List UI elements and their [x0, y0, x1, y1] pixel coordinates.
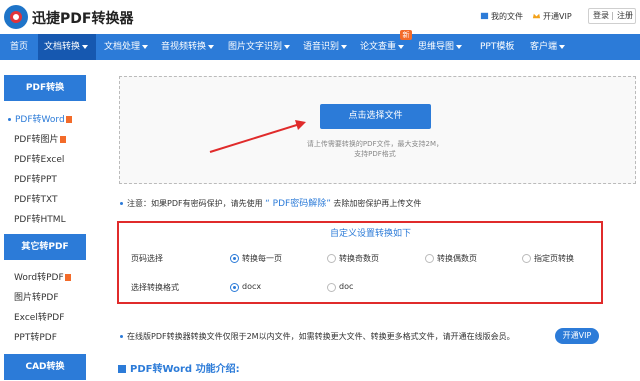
- hot-icon: [64, 274, 71, 281]
- top-header: 迅捷PDF转换器 我的文件 开通VIP 登录 | 注册: [0, 0, 640, 34]
- settings-title: 自定义设置转换如下: [330, 229, 412, 239]
- nav-mindmap[interactable]: 思维导图: [418, 34, 463, 60]
- sidebar-item-excel-to-pdf[interactable]: Excel转PDF: [14, 310, 64, 323]
- page-select-label: 页码选择: [131, 254, 163, 263]
- radio-specific-pages-label[interactable]: 指定页转换: [534, 253, 574, 264]
- chevron-down-icon: [398, 44, 405, 49]
- nav-doc-convert[interactable]: 文档转换: [38, 34, 96, 60]
- sidebar-item-word-to-pdf[interactable]: Word转PDF: [14, 270, 71, 283]
- hot-icon: [59, 136, 66, 143]
- login-link[interactable]: 登录: [593, 9, 609, 23]
- pdf-password-remove-link[interactable]: “ PDF密码解除”: [265, 199, 331, 209]
- crown-icon: [532, 13, 541, 19]
- chevron-down-icon: [208, 44, 215, 49]
- radio-even-pages[interactable]: [425, 254, 434, 263]
- radio-every-page[interactable]: [230, 254, 239, 263]
- radio-odd-pages-label[interactable]: 转换奇数页: [339, 253, 379, 264]
- size-limit-note: 在线版PDF转换器转换文件仅限于2M以内文件，如需转换更大文件、转换更多格式文件…: [120, 331, 515, 342]
- radio-even-pages-label[interactable]: 转换偶数页: [437, 253, 477, 264]
- radio-doc[interactable]: [327, 283, 336, 292]
- sidebar-item-pdf-to-ppt[interactable]: PDF转PPT: [14, 172, 57, 185]
- my-files-link[interactable]: 我的文件: [491, 11, 523, 22]
- nav-av-convert[interactable]: 音视频转换: [161, 34, 215, 60]
- folder-icon: [480, 12, 489, 20]
- sidebar-heading-pdf-convert: PDF转换: [4, 75, 86, 101]
- radio-doc-label[interactable]: doc: [339, 282, 353, 291]
- sidebar-item-pdf-to-word[interactable]: PDF转Word: [8, 112, 72, 125]
- radio-docx-label[interactable]: docx: [242, 282, 261, 291]
- hot-icon: [65, 116, 72, 123]
- radio-odd-pages[interactable]: [327, 254, 336, 263]
- chevron-down-icon: [341, 44, 348, 49]
- sidebar-item-image-to-pdf[interactable]: 图片转PDF: [14, 290, 59, 303]
- upload-tip-line1: 请上传需要转换的PDF文件，最大支持2M，: [306, 140, 444, 148]
- chevron-down-icon: [456, 44, 463, 49]
- sidebar-item-pdf-to-image[interactable]: PDF转图片: [14, 132, 66, 145]
- sidebar-item-pdf-to-excel[interactable]: PDF转Excel: [14, 152, 64, 165]
- sidebar-heading-to-pdf: 其它转PDF: [4, 234, 86, 260]
- main-nav: 首页 文档转换 文档处理 音视频转换 图片文字识别 语音识别 论文查重 思维导图…: [0, 34, 640, 60]
- nav-client[interactable]: 客户端: [530, 34, 566, 60]
- login-separator: |: [611, 11, 614, 20]
- nav-ocr[interactable]: 图片文字识别: [228, 34, 291, 60]
- app-logo[interactable]: [4, 5, 28, 29]
- radio-every-page-label[interactable]: 转换每一页: [242, 253, 282, 264]
- app-title[interactable]: 迅捷PDF转换器: [32, 8, 133, 28]
- upload-tip-line2: 支持PDF格式: [354, 150, 396, 158]
- nav-doc-process[interactable]: 文档处理: [104, 34, 149, 60]
- choose-file-button[interactable]: 点击选择文件: [320, 104, 431, 129]
- document-icon: [118, 365, 126, 373]
- nav-home[interactable]: 首页: [0, 34, 38, 60]
- radio-docx[interactable]: [230, 283, 239, 292]
- nav-speech[interactable]: 语音识别: [303, 34, 348, 60]
- upload-dropzone[interactable]: [119, 76, 636, 184]
- nav-plagiarism[interactable]: 论文查重: [360, 34, 405, 60]
- sidebar-item-pdf-to-txt[interactable]: PDF转TXT: [14, 192, 58, 205]
- format-select-label: 选择转换格式: [131, 283, 179, 292]
- vip-link[interactable]: 开通VIP: [543, 11, 572, 22]
- login-register-box: 登录 | 注册: [588, 8, 636, 24]
- new-badge: 新: [400, 30, 412, 40]
- chevron-down-icon: [142, 44, 149, 49]
- chevron-down-icon: [82, 44, 89, 49]
- chevron-down-icon: [559, 44, 566, 49]
- sidebar-heading-cad: CAD转换: [4, 354, 86, 380]
- sidebar-item-ppt-to-pdf[interactable]: PPT转PDF: [14, 330, 57, 343]
- open-vip-button[interactable]: 开通VIP: [555, 328, 599, 344]
- nav-ppt-template[interactable]: PPT模板: [480, 34, 514, 60]
- feature-intro-heading: PDF转Word 功能介绍:: [118, 360, 240, 375]
- register-link[interactable]: 注册: [617, 9, 633, 23]
- chevron-down-icon: [284, 44, 291, 49]
- password-notice: 注意：如果PDF有密码保护，请先使用 “ PDF密码解除” 去除加密保护再上传文…: [120, 196, 421, 209]
- radio-specific-pages[interactable]: [522, 254, 531, 263]
- sidebar-item-pdf-to-html[interactable]: PDF转HTML: [14, 212, 66, 225]
